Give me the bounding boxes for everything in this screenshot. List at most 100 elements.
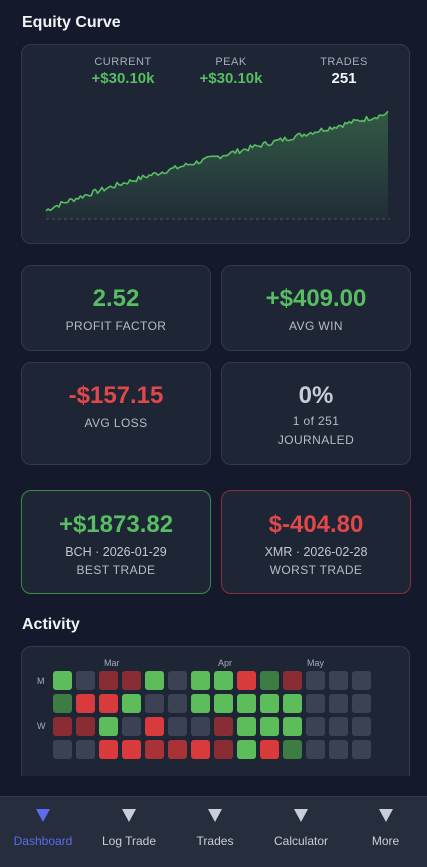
heatmap-cell[interactable] (306, 740, 325, 759)
heatmap-cell[interactable] (283, 671, 302, 690)
heatmap-cell[interactable] (76, 694, 95, 713)
journaled-card[interactable]: 0% 1 of 251 JOURNALED (221, 362, 411, 465)
heatmap-cell[interactable] (214, 717, 233, 736)
equity-curve-card[interactable]: CURRENT +$30.10k PEAK +$30.10k TRADES 25… (21, 44, 410, 244)
heatmap-cell[interactable] (122, 694, 141, 713)
heatmap-cell[interactable] (122, 717, 141, 736)
heatmap-cell[interactable] (168, 694, 187, 713)
heatmap-cell[interactable] (191, 717, 210, 736)
avg-win-label: AVG WIN (289, 319, 343, 333)
heatmap-cell[interactable] (76, 717, 95, 736)
calculator-icon (294, 809, 308, 822)
heatmap-cell[interactable] (306, 694, 325, 713)
heatmap-cell[interactable] (145, 694, 164, 713)
heatmap-cell[interactable] (99, 740, 118, 759)
day-label-w: W (37, 721, 46, 731)
heatmap-cell[interactable] (191, 671, 210, 690)
heatmap-cell[interactable] (352, 671, 371, 690)
heatmap-cell[interactable] (283, 717, 302, 736)
worst-trade-card[interactable]: $-404.80 XMR · 2026-02-28 WORST TRADE (221, 490, 411, 594)
best-trade-value: +$1873.82 (58, 511, 174, 538)
heatmap-cell[interactable] (122, 740, 141, 759)
journaled-detail: 1 of 251 (292, 414, 340, 428)
heatmap-cell[interactable] (76, 740, 95, 759)
worst-trade-label: WORST TRADE (269, 563, 363, 577)
heatmap-cell[interactable] (168, 740, 187, 759)
heatmap-cell[interactable] (237, 717, 256, 736)
heatmap-cell[interactable] (99, 717, 118, 736)
heatmap-cell[interactable] (329, 694, 348, 713)
heatmap-cell[interactable] (260, 740, 279, 759)
profit-factor-card[interactable]: 2.52 PROFIT FACTOR (21, 265, 211, 351)
avg-loss-card[interactable]: -$157.15 AVG LOSS (21, 362, 211, 465)
heatmap-cell[interactable] (168, 717, 187, 736)
heatmap-cell[interactable] (76, 671, 95, 690)
dashboard-icon (36, 809, 50, 822)
heatmap-cell[interactable] (260, 671, 279, 690)
heatmap-cell[interactable] (352, 694, 371, 713)
equity-curve-chart (45, 110, 390, 220)
heatmap-cell[interactable] (237, 740, 256, 759)
heatmap-cell[interactable] (214, 671, 233, 690)
activity-title: Activity (22, 616, 80, 633)
more-icon (378, 809, 393, 822)
nav-log-trade-label: Log Trade (101, 834, 157, 848)
avg-win-value: +$409.00 (265, 285, 367, 312)
activity-heatmap-card: Mar Apr May M W (21, 646, 410, 776)
heatmap-cell[interactable] (306, 671, 325, 690)
nav-log-trade[interactable]: Log Trade (86, 797, 172, 867)
month-label-apr: Apr (218, 658, 233, 668)
day-label-m: M (37, 676, 45, 686)
dashboard-page: Equity Curve CURRENT +$30.10k PEAK +$30.… (0, 0, 427, 867)
avg-win-card[interactable]: +$409.00 AVG WIN (221, 265, 411, 351)
best-trade-meta: BCH · 2026-01-29 (65, 545, 167, 559)
log-trade-icon (122, 809, 136, 822)
heatmap-cell[interactable] (53, 740, 72, 759)
journaled-label: JOURNALED (277, 433, 355, 447)
best-trade-card[interactable]: +$1873.82 BCH · 2026-01-29 BEST TRADE (21, 490, 211, 594)
heatmap-cell[interactable] (283, 740, 302, 759)
trades-icon (208, 809, 222, 822)
heatmap-cell[interactable] (191, 740, 210, 759)
heatmap-cell[interactable] (352, 717, 371, 736)
nav-trades[interactable]: Trades (172, 797, 258, 867)
heatmap-cell[interactable] (145, 740, 164, 759)
heatmap-cell[interactable] (53, 671, 72, 690)
heatmap-cell[interactable] (329, 671, 348, 690)
month-label-may: May (307, 658, 325, 668)
nav-calculator[interactable]: Calculator (258, 797, 344, 867)
heatmap-cell[interactable] (122, 671, 141, 690)
heatmap-cell[interactable] (214, 740, 233, 759)
heatmap-cell[interactable] (214, 694, 233, 713)
heatmap-cell[interactable] (237, 671, 256, 690)
nav-trades-label: Trades (196, 834, 234, 848)
heatmap-cell[interactable] (306, 717, 325, 736)
worst-trade-value: $-404.80 (268, 511, 364, 538)
heatmap-cell[interactable] (329, 717, 348, 736)
avg-loss-value: -$157.15 (68, 382, 164, 409)
heatmap-cell[interactable] (237, 694, 256, 713)
heatmap-cell[interactable] (53, 717, 72, 736)
heatmap-cell[interactable] (145, 671, 164, 690)
heatmap-cell[interactable] (260, 694, 279, 713)
nav-calculator-label: Calculator (273, 834, 329, 848)
nav-dashboard-label: Dashboard (13, 834, 73, 848)
heatmap-cell[interactable] (99, 671, 118, 690)
heatmap-cell[interactable] (352, 740, 371, 759)
heatmap-cell[interactable] (145, 717, 164, 736)
worst-trade-meta: XMR · 2026-02-28 (264, 545, 368, 559)
heatmap-cell[interactable] (53, 694, 72, 713)
heatmap-cell[interactable] (168, 671, 187, 690)
heatmap-cell[interactable] (260, 717, 279, 736)
heatmap-cell[interactable] (329, 740, 348, 759)
profit-factor-value: 2.52 (92, 285, 140, 312)
nav-more-label: More (371, 834, 400, 848)
bottom-nav: Dashboard Log Trade Trades Calculator Mo… (0, 796, 427, 867)
heatmap-cell[interactable] (191, 694, 210, 713)
heatmap-cell[interactable] (283, 694, 302, 713)
nav-dashboard[interactable]: Dashboard (0, 797, 86, 867)
best-trade-label: BEST TRADE (76, 563, 156, 577)
heatmap-cell[interactable] (99, 694, 118, 713)
nav-more[interactable]: More (344, 797, 427, 867)
avg-loss-label: AVG LOSS (84, 416, 148, 430)
